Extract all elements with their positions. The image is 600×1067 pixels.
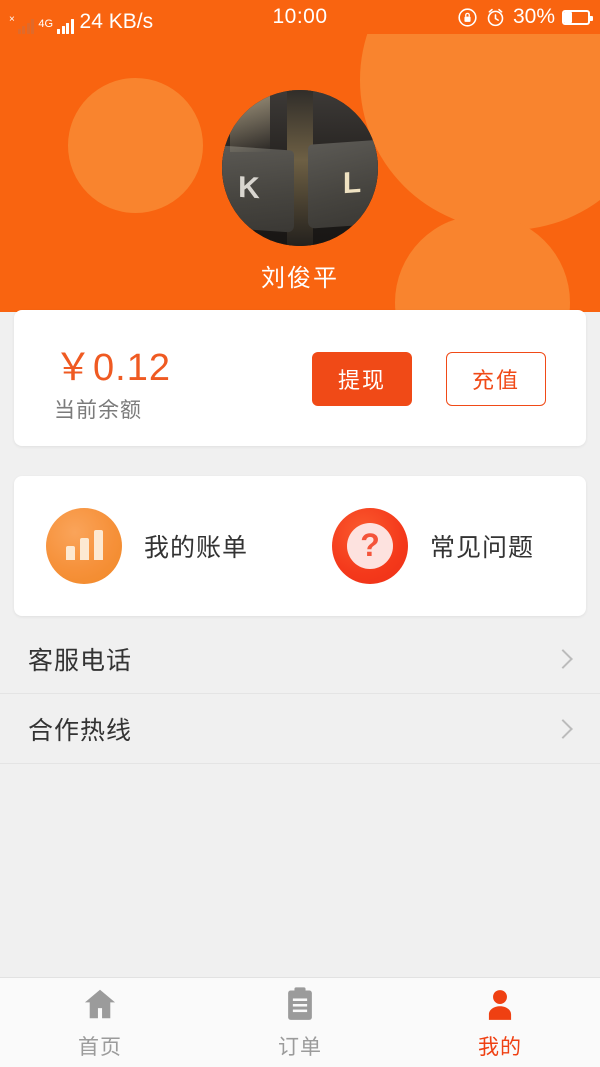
menu-item-label: 我的账单 [144, 534, 249, 562]
bottom-tab-bar: 首页 订单 我的 [0, 977, 600, 1067]
list-item-label: 合作热线 [28, 717, 133, 745]
tab-label: 订单 [278, 1035, 322, 1059]
battery-percent-label: 30% [512, 5, 555, 28]
list-item-service-phone[interactable]: 客服电话 [0, 624, 600, 694]
list-item-partner-hotline[interactable]: 合作热线 [0, 694, 600, 764]
status-bar: × 4G 24 KB/s 10:00 30% [0, 0, 600, 34]
avatar-key-l: L [308, 139, 378, 229]
tab-mine[interactable]: 我的 [400, 985, 600, 1061]
decorative-circle-top-right [360, 0, 600, 230]
menu-item-my-bills[interactable]: 我的账单 [46, 508, 248, 584]
quick-menu-card: 我的账单 ? 常见问题 [14, 476, 586, 616]
status-bar-right: 30% [457, 5, 593, 29]
tab-label: 首页 [78, 1035, 122, 1059]
username: 刘俊平 [261, 265, 339, 292]
list-divider [0, 763, 600, 764]
menu-item-faq[interactable]: ? 常见问题 [332, 508, 534, 584]
list-item-label: 客服电话 [28, 647, 133, 675]
tab-orders[interactable]: 订单 [200, 985, 400, 1061]
avatar-key-k: K [222, 145, 294, 233]
profile-header: K L 刘俊平 [0, 0, 600, 312]
avatar[interactable]: K L [222, 90, 378, 246]
person-icon [480, 985, 520, 1023]
chevron-right-icon [553, 719, 573, 739]
phone-screen: K L 刘俊平 × 4G 24 KB/s 10:00 30% ￥0.12 当前余… [0, 0, 600, 1067]
question-mark-icon: ? [332, 508, 408, 584]
rotation-lock-icon [457, 7, 478, 28]
bar-chart-icon [46, 508, 122, 584]
tab-home[interactable]: 首页 [0, 985, 200, 1061]
menu-item-label: 常见问题 [430, 534, 535, 562]
withdraw-button[interactable]: 提现 [312, 352, 412, 406]
clipboard-icon [280, 985, 320, 1023]
avatar-photo-gloss [230, 90, 270, 152]
chevron-right-icon [553, 649, 573, 669]
balance-label: 当前余额 [54, 399, 142, 422]
balance-card: ￥0.12 当前余额 提现 充值 [14, 310, 586, 446]
tab-label: 我的 [478, 1035, 522, 1059]
home-icon [79, 985, 121, 1023]
alarm-clock-icon [485, 7, 506, 28]
decorative-circle-mid-left [68, 78, 203, 213]
recharge-button[interactable]: 充值 [446, 352, 546, 406]
avatar-photo: K L [222, 90, 378, 246]
balance-amount: ￥0.12 [54, 347, 171, 389]
battery-icon [562, 9, 593, 25]
